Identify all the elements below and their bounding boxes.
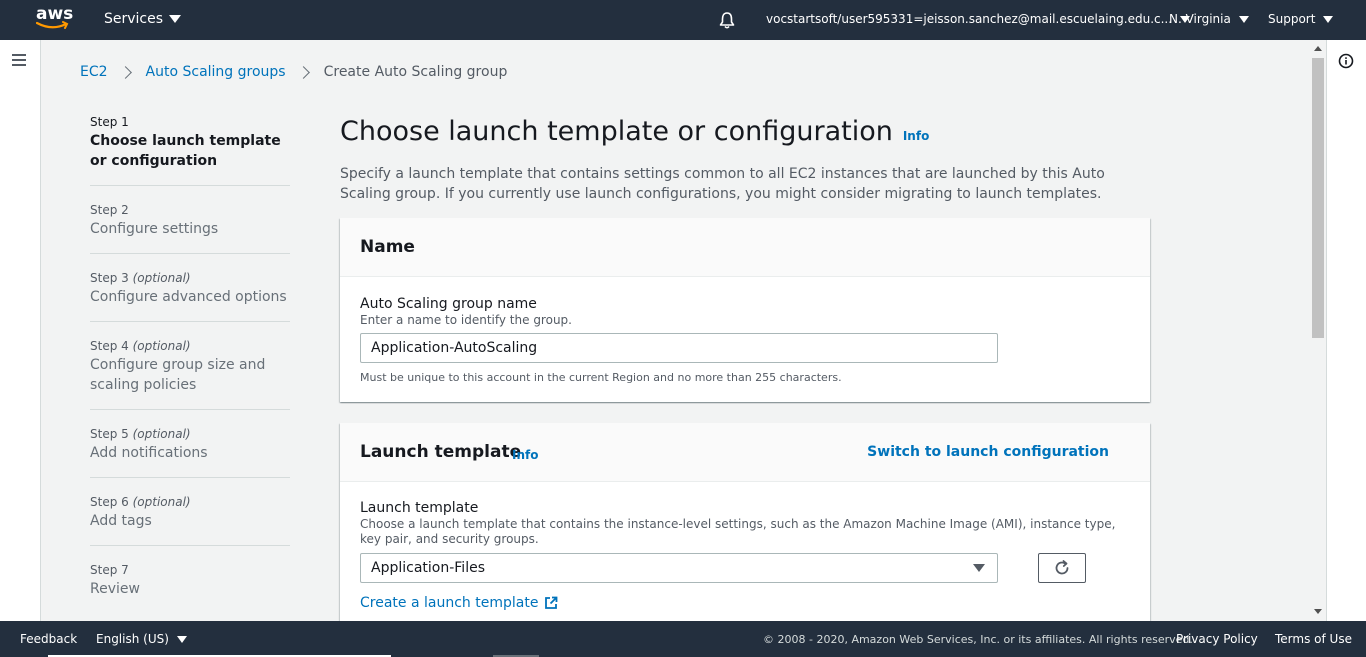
launch-template-panel-heading: Launch template [360, 442, 522, 462]
wizard-step-6[interactable]: Step 6 (optional) Add tags [90, 494, 290, 546]
asg-name-input[interactable]: Application-AutoScaling [360, 333, 998, 363]
step-optional-tag: (optional) [132, 495, 191, 509]
account-label: vocstartsoft/user595331=jeisson.sanchez@… [766, 12, 1173, 26]
asg-name-label: Auto Scaling group name [360, 296, 537, 312]
refresh-icon [1055, 560, 1069, 575]
account-menu[interactable]: vocstartsoft/user595331=jeisson.sanchez@… [766, 12, 1191, 26]
chevron-right-icon [296, 65, 310, 79]
step-title: Configure group size and scaling policie… [90, 357, 266, 393]
region-menu[interactable]: N. Virginia [1169, 12, 1249, 26]
step-number: Step 4 [90, 339, 129, 353]
breadcrumb-current: Create Auto Scaling group [323, 64, 508, 80]
step-optional-tag: (optional) [132, 427, 191, 441]
wizard-step-5[interactable]: Step 5 (optional) Add notifications [90, 426, 290, 478]
feedback-link[interactable]: Feedback [20, 632, 77, 646]
page-info-link[interactable]: Info [903, 129, 929, 143]
wizard-step-7[interactable]: Step 7 Review [90, 562, 290, 613]
asg-name-description: Enter a name to identify the group. [360, 313, 572, 327]
wizard-steps: Step 1 Choose launch template or configu… [90, 114, 290, 629]
name-panel-heading: Name [360, 237, 415, 257]
copyright-text: © 2008 - 2020, Amazon Web Services, Inc.… [763, 633, 1193, 646]
aws-smile-icon [36, 21, 69, 29]
switch-to-launch-configuration-link[interactable]: Switch to launch configuration [867, 444, 1109, 460]
info-circle-icon[interactable] [1338, 53, 1354, 69]
name-panel: Name Auto Scaling group name Enter a nam… [340, 218, 1150, 402]
language-label: English (US) [96, 632, 169, 646]
privacy-policy-link[interactable]: Privacy Policy [1176, 632, 1258, 646]
notifications-bell-icon[interactable] [718, 11, 736, 29]
language-selector[interactable]: English (US) [96, 632, 187, 646]
create-launch-template-label: Create a launch template [360, 595, 539, 611]
chevron-right-icon [118, 65, 132, 79]
top-navigation-bar: aws Services vocstartsoft/user595331=jei… [0, 0, 1366, 40]
name-panel-header: Name [340, 218, 1150, 277]
region-label: N. Virginia [1169, 12, 1231, 26]
scroll-up-arrow-icon[interactable] [1314, 46, 1322, 51]
scroll-down-arrow-icon[interactable] [1314, 609, 1322, 614]
caret-down-icon [973, 564, 985, 572]
launch-template-info-link[interactable]: Info [512, 448, 538, 462]
step-title: Configure settings [90, 221, 219, 237]
chevron-down-icon [1238, 15, 1249, 23]
step-title: Add tags [90, 513, 152, 529]
launch-template-select[interactable]: Application-Files [360, 553, 998, 583]
services-label: Services [104, 11, 164, 27]
chevron-down-icon [1323, 15, 1334, 23]
step-title: Review [90, 581, 140, 597]
hamburger-menu-icon[interactable] [12, 54, 26, 66]
main-content: Choose launch template or configuration I… [340, 114, 1150, 204]
aws-logo[interactable]: aws [36, 5, 73, 33]
asg-name-constraint: Must be unique to this account in the cu… [360, 371, 842, 384]
wizard-step-3[interactable]: Step 3 (optional) Configure advanced opt… [90, 270, 290, 322]
page-title: Choose launch template or configuration [340, 116, 893, 147]
external-link-icon [545, 596, 558, 609]
breadcrumb: EC2 Auto Scaling groups Create Auto Scal… [80, 64, 507, 80]
launch-template-description: Choose a launch template that contains t… [360, 517, 1116, 546]
step-number: Step 1 [90, 115, 129, 129]
breadcrumb-auto-scaling-groups[interactable]: Auto Scaling groups [146, 64, 286, 80]
wizard-step-4[interactable]: Step 4 (optional) Configure group size a… [90, 338, 290, 410]
page-scrollbar[interactable] [1310, 40, 1326, 621]
step-title: Choose launch template or configuration [90, 133, 281, 169]
help-panel-rail [1326, 40, 1366, 621]
scroll-thumb[interactable] [1312, 58, 1324, 338]
left-navigation-rail [0, 40, 41, 621]
refresh-button[interactable] [1038, 553, 1086, 583]
wizard-step-1[interactable]: Step 1 Choose launch template or configu… [90, 114, 290, 186]
step-title: Configure advanced options [90, 289, 287, 305]
step-number: Step 2 [90, 203, 129, 217]
breadcrumb-ec2[interactable]: EC2 [80, 64, 108, 80]
footer-bar: Feedback English (US) © 2008 - 2020, Ama… [0, 621, 1366, 657]
step-optional-tag: (optional) [132, 339, 191, 353]
launch-template-label: Launch template [360, 500, 479, 516]
step-optional-tag: (optional) [132, 271, 191, 285]
launch-template-panel: Launch template Info Switch to launch co… [340, 423, 1150, 623]
step-title: Add notifications [90, 445, 208, 461]
step-number: Step 5 [90, 427, 129, 441]
create-launch-template-link[interactable]: Create a launch template [360, 595, 1130, 611]
launch-template-selected-value: Application-Files [371, 560, 485, 576]
wizard-step-2[interactable]: Step 2 Configure settings [90, 202, 290, 254]
step-number: Step 7 [90, 563, 129, 577]
services-menu[interactable]: Services [104, 11, 182, 27]
chevron-down-icon [169, 15, 182, 23]
support-menu[interactable]: Support [1268, 12, 1334, 26]
support-label: Support [1268, 12, 1316, 26]
step-number: Step 6 [90, 495, 129, 509]
page-description: Specify a launch template that contains … [340, 166, 1105, 202]
launch-template-panel-header: Launch template Info Switch to launch co… [340, 423, 1150, 482]
terms-of-use-link[interactable]: Terms of Use [1275, 632, 1352, 646]
chevron-down-icon [176, 635, 187, 643]
step-number: Step 3 [90, 271, 129, 285]
